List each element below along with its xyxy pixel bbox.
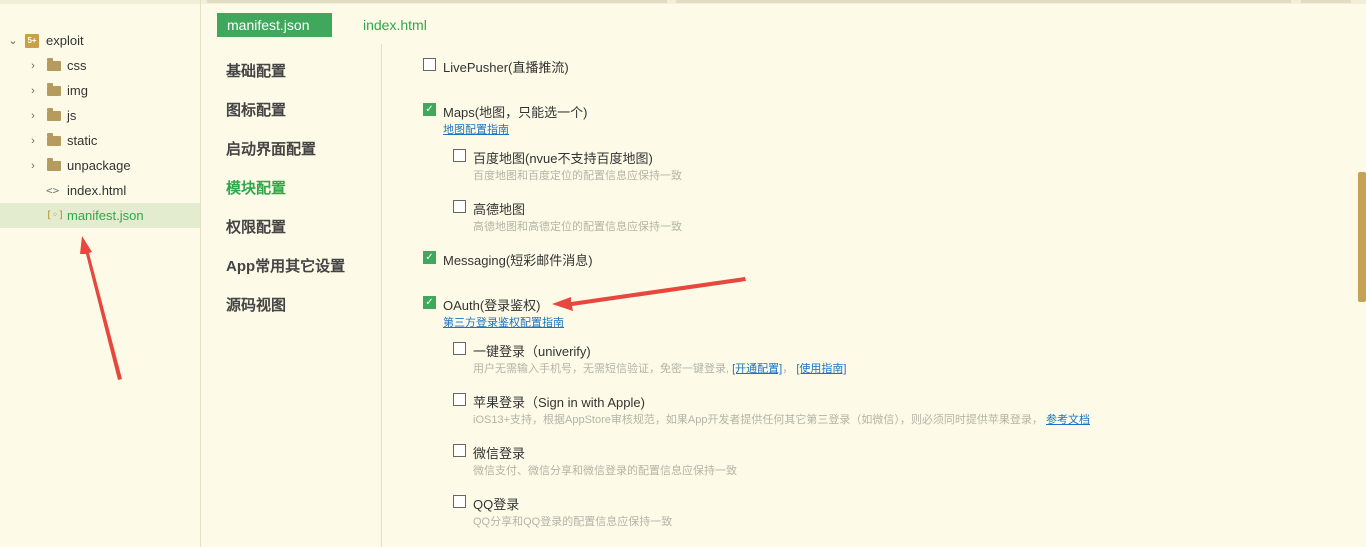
qq-login-label: QQ登录 [473,497,520,512]
chevron-right-icon[interactable]: › [28,85,38,97]
tree-folder-unpackage[interactable]: › unpackage [0,153,200,178]
folder-icon [47,157,61,171]
folder-icon [47,57,61,71]
univerify-checkbox[interactable] [453,342,466,355]
json-file-icon: [◦] [46,210,65,221]
oauth-checkbox[interactable]: ✓ [423,296,436,309]
tree-project-exploit[interactable]: ⌄ 5+ exploit [0,28,200,53]
folder-icon [47,82,61,96]
tree-folder-img[interactable]: › img [0,78,200,103]
toolbar-input-1[interactable] [207,0,667,3]
tree-label: js [67,108,77,123]
apple-reference-doc-link[interactable]: 参考文档 [1046,414,1090,426]
qq-login-desc: QQ分享和QQ登录的配置信息应保持一致 [473,516,673,528]
weixin-login-checkbox[interactable] [453,444,466,457]
chevron-right-icon[interactable]: › [28,60,38,72]
baidu-map-desc: 百度地图和百度定位的配置信息应保持一致 [473,170,682,182]
nav-module-config[interactable]: 模块配置 [226,177,286,198]
chevron-right-icon[interactable]: › [28,160,38,172]
folder-icon [47,132,61,146]
folder-icon [47,107,61,121]
chevron-right-icon[interactable]: › [28,135,38,147]
livepusher-label: LivePusher(直播推流) [443,60,569,75]
univerify-desc: 用户无需输入手机号，无需短信验证，免密一键登录, [开通配置]， [使用指南] [473,363,847,375]
gaode-map-desc: 高德地图和高德定位的配置信息应保持一致 [473,221,682,233]
maps-checkbox[interactable]: ✓ [423,103,436,116]
messaging-checkbox[interactable]: ✓ [423,251,436,264]
apple-login-checkbox[interactable] [453,393,466,406]
livepusher-checkbox[interactable] [423,58,436,71]
nav-app-other-settings[interactable]: App常用其它设置 [226,255,345,276]
nav-basic-config[interactable]: 基础配置 [226,60,286,81]
chevron-right-icon[interactable]: › [28,110,38,122]
toolbar-input-2[interactable] [676,0,1291,3]
univerify-open-config-link[interactable]: [开通配置] [732,363,782,375]
maps-label: Maps(地图，只能选一个) [443,105,588,120]
tree-label: img [67,83,88,98]
tab-manifest-json[interactable]: manifest.json [217,13,332,37]
tree-label: css [67,58,87,73]
weixin-login-label: 微信登录 [473,446,526,461]
weixin-login-desc: 微信支付、微信分享和微信登录的配置信息应保持一致 [473,465,737,477]
nav-permission-config[interactable]: 权限配置 [226,216,286,237]
oauth-guide-link[interactable]: 第三方登录鉴权配置指南 [443,314,564,330]
nav-icon-config[interactable]: 图标配置 [226,99,286,120]
top-strip [0,0,1366,4]
tree-file-manifest-json[interactable]: [◦] manifest.json [0,203,200,228]
code-file-icon: <> [46,184,60,197]
scrollbar-thumb[interactable] [1358,172,1366,302]
oauth-label: OAuth(登录鉴权) [443,298,541,313]
toolbar-button[interactable] [1301,0,1351,3]
settings-nav: 基础配置 图标配置 启动界面配置 模块配置 权限配置 App常用其它设置 源码视… [201,44,382,547]
maps-guide-link[interactable]: 地图配置指南 [443,121,509,137]
qq-login-checkbox[interactable] [453,495,466,508]
tab-index-html[interactable]: index.html [353,13,443,37]
tree-label: static [67,133,98,148]
baidu-map-checkbox[interactable] [453,149,466,162]
messaging-label: Messaging(短彩邮件消息) [443,253,593,268]
tree-label: exploit [46,33,84,48]
tree-label: manifest.json [67,208,144,223]
tree-label: unpackage [67,158,131,173]
tree-label: index.html [67,183,127,198]
project-icon: 5+ [25,33,39,48]
tree-folder-css[interactable]: › css [0,53,200,78]
apple-login-desc: iOS13+支持，根据AppStore审核规范，如果App开发者提供任何其它第三… [473,414,1090,426]
tree-folder-js[interactable]: › js [0,103,200,128]
gaode-map-label: 高德地图 [473,202,526,217]
nav-source-view[interactable]: 源码视图 [226,294,286,315]
univerify-label: 一键登录（univerify) [473,344,591,359]
chevron-down-icon[interactable]: ⌄ [8,35,18,47]
arrow-to-oauth [552,277,746,311]
tree-folder-static[interactable]: › static [0,128,200,153]
tree-file-index-html[interactable]: <> index.html [0,178,200,203]
nav-splash-config[interactable]: 启动界面配置 [226,138,316,159]
project-tree: ⌄ 5+ exploit › css › img › js › static ›… [0,0,201,547]
apple-login-label: 苹果登录（Sign in with Apple) [473,395,645,410]
gaode-map-checkbox[interactable] [453,200,466,213]
univerify-usage-guide-link[interactable]: [使用指南] [796,363,846,375]
baidu-map-label: 百度地图(nvue不支持百度地图) [473,151,653,166]
